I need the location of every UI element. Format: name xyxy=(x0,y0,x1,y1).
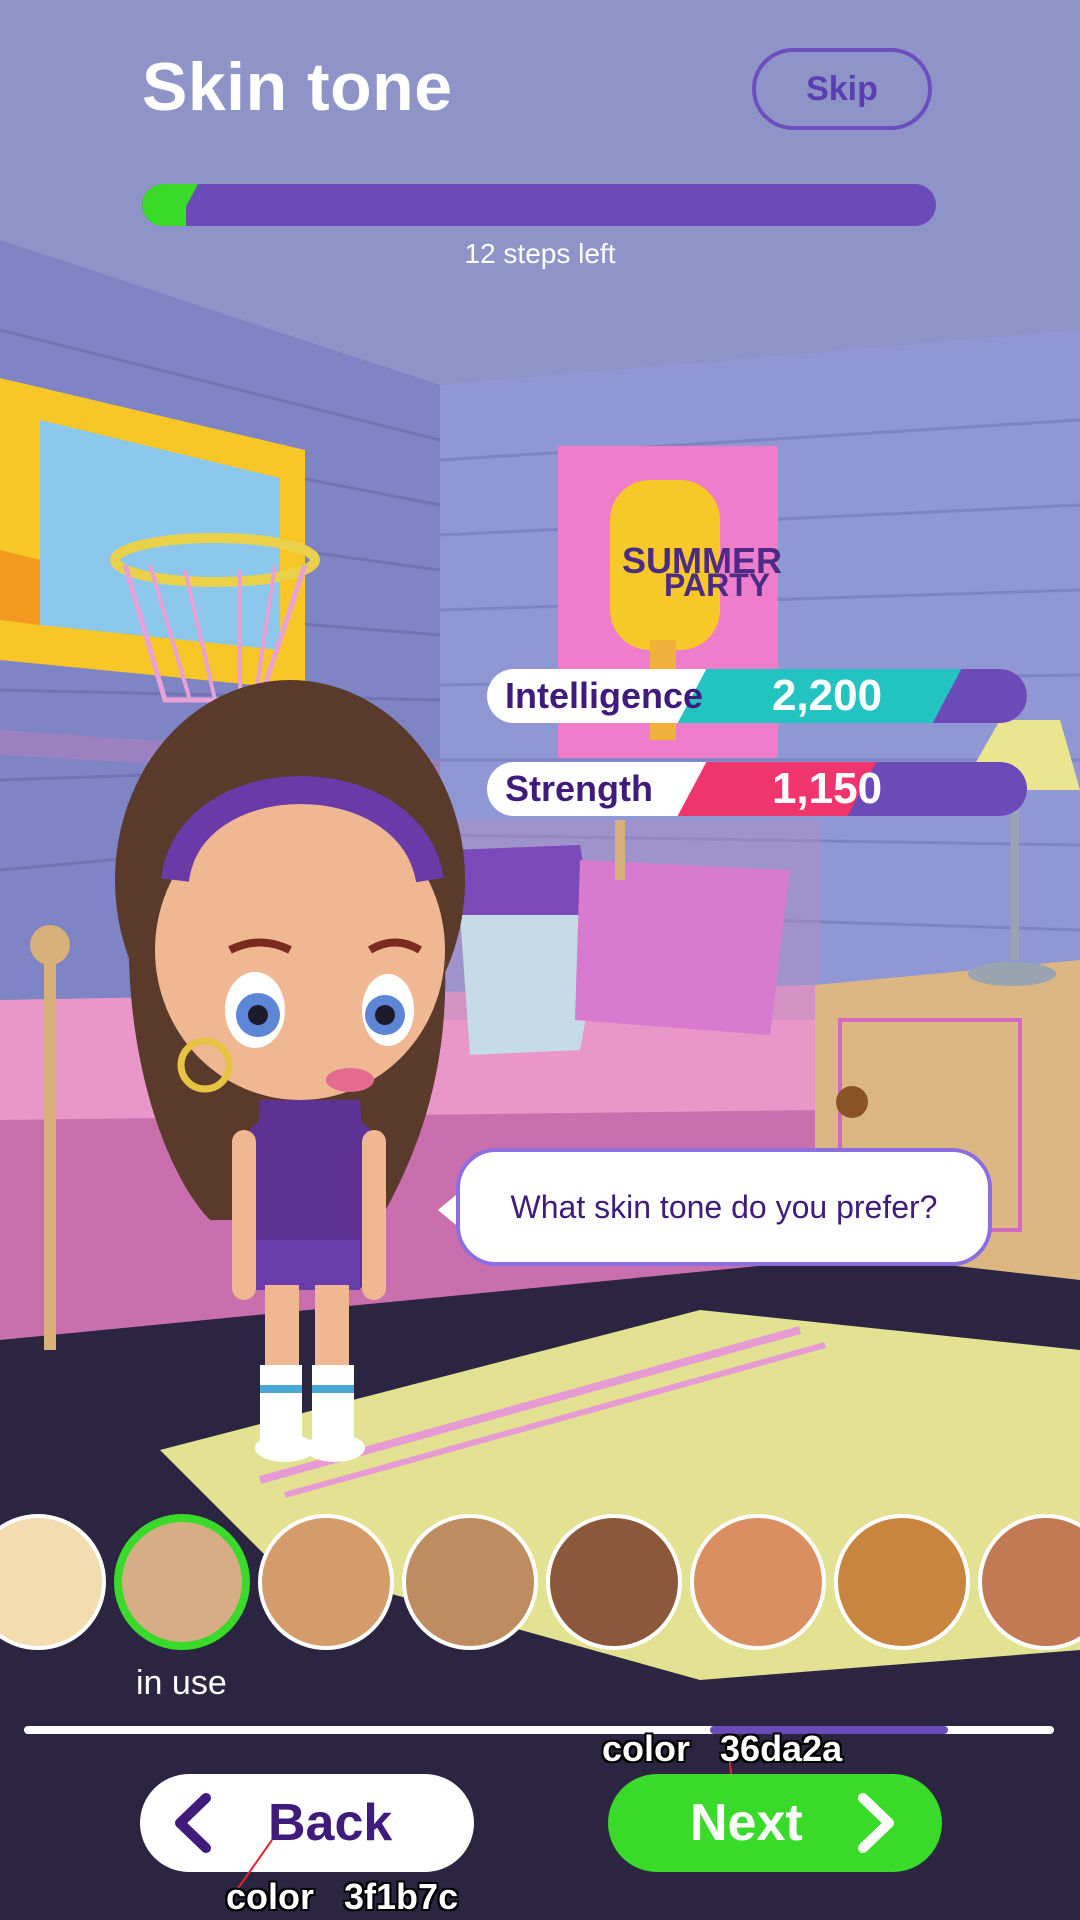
chevron-right-icon xyxy=(857,1793,894,1853)
steps-left-text: 12 steps left xyxy=(464,238,616,269)
skin-tone-swatch[interactable] xyxy=(834,1514,970,1650)
chevron-left-icon xyxy=(175,1793,211,1853)
skin-tone-swatch[interactable] xyxy=(402,1514,538,1650)
stat-intelligence: Intelligence 2,200 xyxy=(487,669,1027,723)
next-button[interactable]: Next xyxy=(608,1774,942,1872)
page-title: Skin tone xyxy=(142,49,453,125)
stat-strength: Strength 1,150 xyxy=(487,762,1027,816)
skin-tone-swatch[interactable] xyxy=(258,1514,394,1650)
stat-label: Strength xyxy=(505,768,653,809)
skin-tone-swatch[interactable] xyxy=(690,1514,826,1650)
progress-bar xyxy=(142,184,936,226)
stat-label: Intelligence xyxy=(505,675,704,716)
in-use-label: in use xyxy=(136,1664,227,1702)
color-annotation-bottom: color 3f1b7c xyxy=(226,1876,459,1917)
back-button-label: Back xyxy=(268,1794,393,1852)
skin-tone-swatch[interactable] xyxy=(114,1514,250,1650)
back-button[interactable]: Back xyxy=(140,1774,474,1872)
skin-tone-swatch[interactable] xyxy=(546,1514,682,1650)
next-button-label: Next xyxy=(690,1794,803,1852)
stat-value: 2,200 xyxy=(771,671,883,720)
poster-title-line2: PARTY xyxy=(664,567,770,603)
stat-value: 1,150 xyxy=(771,764,883,813)
skip-button[interactable]: Skip xyxy=(752,48,932,130)
speech-bubble: What skin tone do you prefer? xyxy=(456,1148,992,1266)
